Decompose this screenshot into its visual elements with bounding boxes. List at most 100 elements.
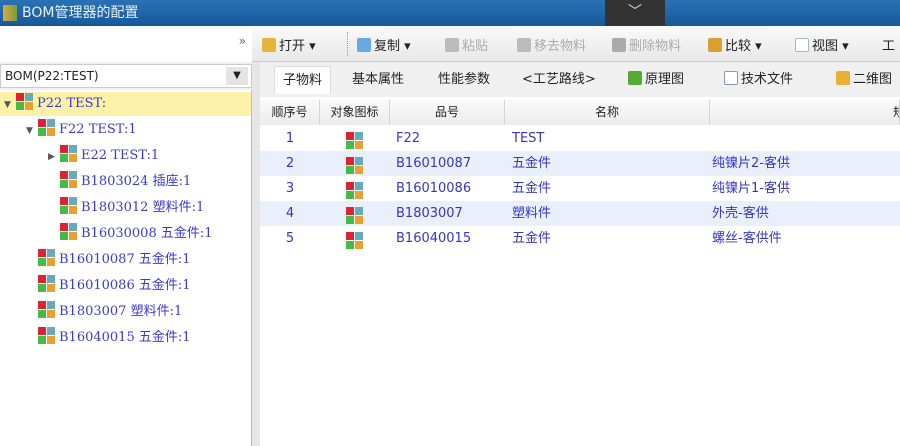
tab-child-materials[interactable]: 子物料 — [274, 66, 332, 94]
scale-icon — [708, 38, 722, 52]
document-icon — [724, 71, 738, 85]
app-icon — [3, 5, 17, 21]
code-cell: B1803007 — [396, 206, 463, 221]
tree-node-label: B1803007 塑料件:1 — [59, 304, 183, 319]
seq-cell: 5 — [285, 231, 295, 246]
paste-button[interactable]: 粘贴 — [445, 35, 488, 54]
schematic-icon — [628, 71, 642, 85]
toolbar: » 打开 ▾ 复制 ▾ 粘贴 移去物料 删除物料 比较 ▾ 视图 ▾ 工 — [0, 26, 900, 62]
column-header-code[interactable]: 品号 — [390, 100, 505, 125]
name-cell: 五金件 — [512, 181, 552, 196]
chevron-down-icon: ﹀ — [628, 4, 642, 20]
panel-splitter[interactable] — [252, 62, 260, 446]
tab-label: 技术文件 — [741, 72, 794, 87]
tree-node-label: P22 TEST: — [37, 96, 107, 111]
tree-node-label: B16040015 五金件:1 — [59, 330, 191, 345]
bom-selector-value: BOM(P22:TEST) — [5, 69, 99, 83]
table-row[interactable]: 1 F22 TEST — [260, 126, 900, 151]
bom-item-icon — [38, 119, 55, 136]
code-cell: B16010087 — [396, 156, 472, 171]
folder-icon — [262, 38, 276, 52]
tree-node-label: B1803012 塑料件:1 — [81, 200, 205, 215]
delete-label: 删除物料 — [629, 39, 682, 54]
open-label: 打开 ▾ — [279, 39, 316, 54]
tree-node[interactable]: B16010087 五金件:1 — [26, 248, 191, 272]
spec-cell: 纯镍片2-客供 — [712, 156, 790, 171]
tree-node[interactable]: B16030008 五金件:1 — [48, 222, 213, 246]
tab-schematic[interactable]: 原理图 — [628, 66, 684, 94]
view-button[interactable]: 视图 ▾ — [795, 35, 849, 54]
more-icon[interactable]: » — [239, 34, 246, 48]
tree-node-label: E22 TEST:1 — [81, 148, 160, 163]
bom-item-icon — [60, 145, 77, 162]
column-header-seq[interactable]: 顺序号 — [260, 100, 320, 125]
tab-basic-properties[interactable]: 基本属性 — [352, 66, 404, 94]
table-row[interactable]: 4 B1803007 塑料件 外壳-客供 — [260, 201, 900, 226]
tree-node[interactable]: B1803024 插座:1 — [48, 170, 191, 194]
paste-icon — [445, 38, 459, 52]
bom-selector[interactable]: BOM(P22:TEST) ▼ — [0, 64, 252, 88]
tab-label: 二维图 — [853, 72, 893, 87]
copy-icon — [357, 38, 371, 52]
name-cell: 五金件 — [512, 156, 552, 171]
bom-tree: ▼ P22 TEST: ▼ F22 TEST:1 ▶ E22 TEST:1 B1803024… — [0, 90, 252, 446]
delete-material-button[interactable]: 删除物料 — [612, 35, 681, 54]
dropdown-arrow-icon[interactable]: ▼ — [226, 67, 248, 85]
tree-node[interactable]: B16040015 五金件:1 — [26, 326, 191, 350]
spec-cell: 纯镍片1-客供 — [712, 181, 790, 196]
tree-node-label: B16030008 五金件:1 — [81, 226, 213, 241]
remove-label: 移去物料 — [534, 39, 587, 54]
bom-item-icon — [38, 327, 55, 344]
column-header-name[interactable]: 名称 — [505, 100, 710, 125]
window-title: BOM管理器的配置 — [22, 5, 139, 21]
expand-toggle-icon[interactable]: ▶ — [48, 145, 60, 169]
tree-node[interactable]: ▼ F22 TEST:1 — [26, 118, 137, 142]
tree-node[interactable]: B16010086 五金件:1 — [26, 274, 191, 298]
copy-button[interactable]: 复制 ▾ — [357, 35, 411, 54]
detail-tabs: 子物料 基本属性 性能参数 <工艺路线> 原理图 技术文件 二维图 — [260, 64, 900, 94]
bom-item-icon — [38, 301, 55, 318]
view-icon — [795, 38, 809, 52]
left-toolbar-area: » — [0, 26, 252, 62]
spec-cell: 外壳-客供 — [712, 206, 769, 221]
bom-item-icon — [60, 197, 77, 214]
drawing-icon — [836, 71, 850, 85]
document-icon — [517, 38, 531, 52]
name-cell: 五金件 — [512, 231, 552, 246]
table-row[interactable]: 3 B16010086 五金件 纯镍片1-客供 — [260, 176, 900, 201]
tree-node-label: B16010087 五金件:1 — [59, 252, 191, 267]
bom-item-icon — [346, 230, 367, 255]
remove-material-button[interactable]: 移去物料 — [517, 35, 586, 54]
seq-cell: 4 — [285, 206, 295, 221]
tree-node[interactable]: B1803007 塑料件:1 — [26, 300, 182, 324]
expand-toggle-icon[interactable]: ▼ — [26, 119, 38, 143]
column-header-spec[interactable]: 规格 — [710, 100, 900, 125]
tab-performance-params[interactable]: 性能参数 — [438, 66, 490, 94]
tab-technical-docs[interactable]: 技术文件 — [724, 66, 793, 94]
collapse-ribbon-button[interactable]: ﹀ — [605, 0, 665, 26]
table-row[interactable]: 2 B16010087 五金件 纯镍片2-客供 — [260, 151, 900, 176]
tab-process-route[interactable]: <工艺路线> — [522, 66, 596, 94]
tree-node-label: B16010086 五金件:1 — [59, 278, 191, 293]
paste-label: 粘贴 — [462, 39, 489, 54]
tree-node-label: B1803024 插座:1 — [81, 174, 192, 189]
trash-icon — [612, 38, 626, 52]
tree-node[interactable]: B1803012 塑料件:1 — [48, 196, 204, 220]
code-cell: B16010086 — [396, 181, 472, 196]
name-cell: TEST — [512, 131, 545, 146]
compare-label: 比较 ▾ — [725, 39, 762, 54]
expand-toggle-icon[interactable]: ▼ — [4, 93, 16, 117]
tab-2d-drawing[interactable]: 二维图 — [836, 66, 892, 94]
open-button[interactable]: 打开 ▾ — [262, 35, 316, 54]
table-row[interactable]: 5 B16040015 五金件 螺丝-客供件 — [260, 226, 900, 251]
compare-button[interactable]: 比较 ▾ — [708, 35, 762, 54]
tree-node-label: F22 TEST:1 — [59, 122, 137, 137]
title-bar: BOM管理器的配置 — [0, 0, 900, 26]
copy-label: 复制 ▾ — [374, 39, 411, 54]
tree-node[interactable]: ▼ P22 TEST: — [0, 92, 251, 116]
tree-node[interactable]: ▶ E22 TEST:1 — [48, 144, 159, 168]
tab-label: 原理图 — [645, 72, 685, 87]
column-header-icon[interactable]: 对象图标 — [320, 100, 390, 125]
toolbar-separator — [347, 32, 348, 56]
tools-button[interactable]: 工 — [882, 35, 895, 54]
